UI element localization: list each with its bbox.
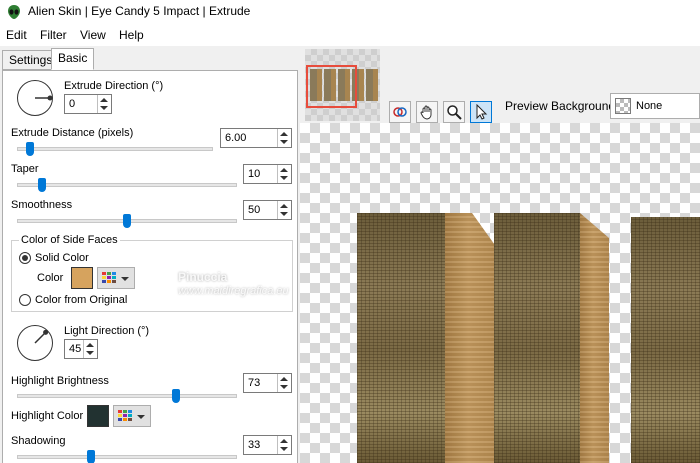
smoothness-slider[interactable] <box>123 214 131 228</box>
block-side-face <box>580 213 609 463</box>
extrude-direction-arrows[interactable] <box>97 95 111 113</box>
preview-panel: Preview Background: None <box>300 46 700 463</box>
highlight-color-swatch[interactable] <box>87 405 109 427</box>
extruded-block <box>631 217 700 463</box>
solid-color-label[interactable]: Solid Color <box>35 252 89 264</box>
taper-spinner[interactable]: 10 <box>243 164 292 184</box>
preview-canvas[interactable] <box>300 123 700 463</box>
shadowing-label: Shadowing <box>11 435 66 447</box>
extruded-block <box>494 213 609 463</box>
compare-tool-button[interactable] <box>389 101 411 123</box>
menu-bar: Edit Filter View Help <box>0 24 700 46</box>
taper-label: Taper <box>11 163 39 175</box>
light-direction-arrows[interactable] <box>83 340 97 358</box>
extrude-direction-spinner[interactable]: 0 <box>64 94 112 114</box>
taper-arrows[interactable] <box>277 165 291 183</box>
light-direction-value[interactable]: 45 <box>69 343 81 355</box>
window-title: Alien Skin | Eye Candy 5 Impact | Extrud… <box>28 4 251 18</box>
side-color-palette-button[interactable] <box>97 267 135 289</box>
zoom-tool-icon <box>447 105 462 120</box>
taper-track[interactable] <box>17 183 237 187</box>
title-bar: Alien Skin | Eye Candy 5 Impact | Extrud… <box>0 0 700 24</box>
menu-help[interactable]: Help <box>119 28 144 42</box>
extrude-direction-needle <box>35 95 53 101</box>
extrude-distance-track[interactable] <box>17 147 213 151</box>
menu-filter[interactable]: Filter <box>40 28 67 42</box>
highlight-brightness-value[interactable]: 73 <box>248 377 260 389</box>
alien-skin-icon <box>8 5 20 19</box>
color-from-original-label[interactable]: Color from Original <box>35 294 127 306</box>
color-from-original-radio[interactable] <box>19 294 31 306</box>
block-front-face <box>494 213 580 463</box>
highlight-brightness-slider[interactable] <box>171 389 180 403</box>
chevron-down-icon <box>121 277 129 281</box>
shadowing-value[interactable]: 33 <box>248 439 260 451</box>
light-direction-spinner[interactable]: 45 <box>64 339 98 359</box>
extrude-distance-arrows[interactable] <box>277 129 291 147</box>
highlight-brightness-track[interactable] <box>17 394 237 398</box>
preview-background-select[interactable]: None <box>610 93 700 119</box>
light-direction-label: Light Direction (°) <box>64 325 150 337</box>
palette-grid-icon <box>102 272 116 283</box>
highlight-color-palette-button[interactable] <box>113 405 151 427</box>
side-faces-group-label: Color of Side Faces <box>19 234 120 246</box>
smoothness-label: Smoothness <box>11 199 73 211</box>
thumbnail-block <box>366 69 378 101</box>
extrude-distance-slider[interactable] <box>26 142 35 156</box>
light-direction-needle <box>34 329 49 344</box>
extrude-direction-label: Extrude Direction (°) <box>64 80 164 92</box>
zoom-tool-button[interactable] <box>443 101 465 123</box>
shadowing-track[interactable] <box>17 455 237 459</box>
menu-view[interactable]: View <box>80 28 106 42</box>
preview-background-value: None <box>636 100 663 112</box>
watermark: Pinuccia www.maidiregrafica.eu <box>150 252 360 304</box>
hand-tool-icon <box>420 105 432 120</box>
palette-grid-icon <box>118 410 132 421</box>
highlight-brightness-spinner[interactable]: 73 <box>243 373 292 393</box>
block-front-face <box>631 217 700 463</box>
extrude-distance-spinner[interactable]: 6.00 <box>220 128 292 148</box>
watermark-logo <box>156 257 173 282</box>
smoothness-arrows[interactable] <box>277 201 291 219</box>
light-direction-dial[interactable] <box>17 325 53 361</box>
shadowing-spinner[interactable]: 33 <box>243 435 292 455</box>
smoothness-spinner[interactable]: 50 <box>243 200 292 220</box>
extruded-block <box>357 213 497 463</box>
shadowing-slider[interactable] <box>86 450 95 463</box>
block-front-face <box>357 213 445 463</box>
navigator-thumbnail[interactable] <box>305 49 380 121</box>
transparency-swatch-icon <box>615 98 631 114</box>
extrude-distance-label: Extrude Distance (pixels) <box>11 127 134 139</box>
pointer-tool-button[interactable] <box>470 101 492 123</box>
highlight-brightness-label: Highlight Brightness <box>11 375 109 387</box>
taper-slider[interactable] <box>38 178 47 192</box>
compare-tool-icon <box>393 107 407 117</box>
preview-background-label: Preview Background: <box>505 99 619 113</box>
block-side-face <box>445 213 497 463</box>
taper-value[interactable]: 10 <box>248 168 260 180</box>
chevron-down-icon <box>137 415 145 419</box>
watermark-name: Pinuccia <box>178 270 228 284</box>
highlight-color-label: Highlight Color <box>11 410 84 422</box>
watermark-url: www.maidiregrafica.eu <box>178 285 289 297</box>
menu-edit[interactable]: Edit <box>6 28 27 42</box>
side-color-label: Color <box>37 272 64 284</box>
tab-basic[interactable]: Basic <box>51 48 95 70</box>
hand-tool-button[interactable] <box>416 101 438 123</box>
shadowing-arrows[interactable] <box>277 436 291 454</box>
navigator-view-frame[interactable] <box>306 65 357 108</box>
solid-color-radio[interactable] <box>19 252 31 264</box>
highlight-brightness-arrows[interactable] <box>277 374 291 392</box>
extrude-distance-value[interactable]: 6.00 <box>225 132 246 144</box>
pointer-tool-icon <box>476 104 488 120</box>
smoothness-value[interactable]: 50 <box>248 204 260 216</box>
side-color-swatch[interactable] <box>71 267 93 289</box>
extrude-direction-dial[interactable] <box>17 80 53 116</box>
extrude-direction-value[interactable]: 0 <box>69 98 75 110</box>
